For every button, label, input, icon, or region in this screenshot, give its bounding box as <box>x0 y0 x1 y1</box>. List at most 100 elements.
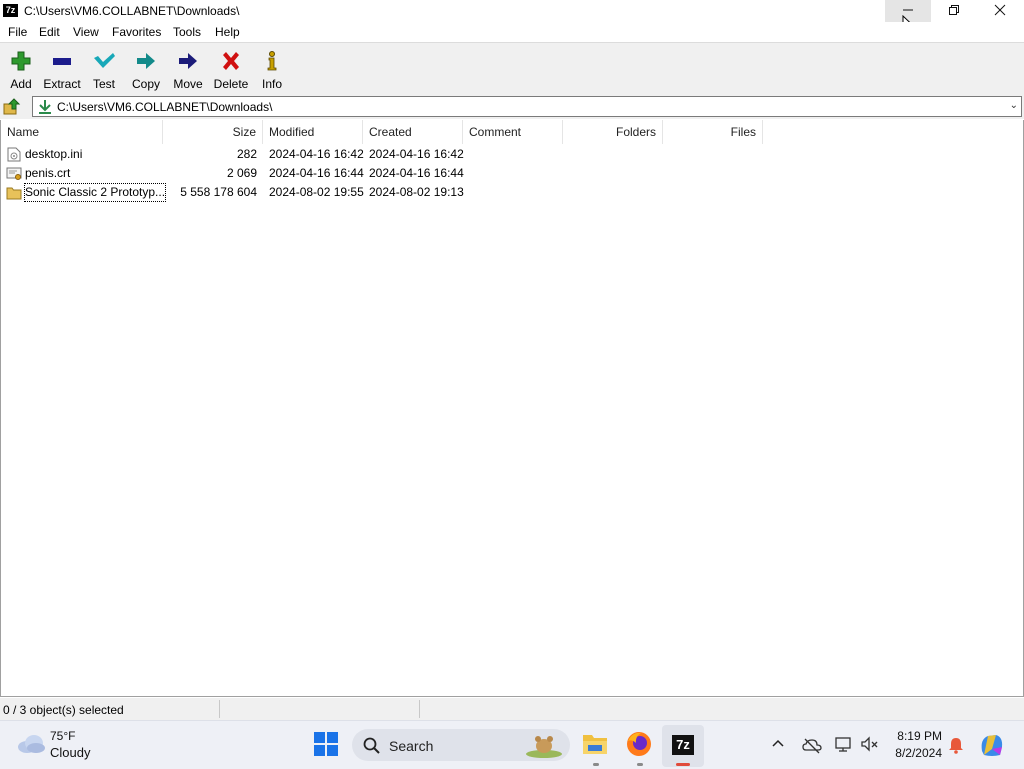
cloud-icon <box>18 735 45 753</box>
file-created: 2024-04-16 16:44 <box>369 166 464 180</box>
move-arrow-icon <box>179 53 197 69</box>
info-label: Info <box>261 77 282 91</box>
show-hidden-icons-button[interactable] <box>770 735 790 755</box>
file-size: 5 558 178 604 <box>180 185 257 199</box>
network-icon[interactable] <box>834 735 854 753</box>
volume-muted-icon[interactable] <box>860 735 880 753</box>
file-name: desktop.ini <box>25 147 83 161</box>
7zip-app-icon: 7z <box>3 4 18 17</box>
file-created: 2024-08-02 19:13 <box>369 185 464 199</box>
file-size: 282 <box>236 147 257 161</box>
title-bar: 7z C:\Users\VM6.COLLABNET\Downloads\ <box>0 0 1024 33</box>
add-button[interactable]: Add <box>0 47 42 93</box>
column-folders[interactable]: Folders <box>563 120 663 144</box>
search-icon <box>363 737 380 754</box>
copy-arrow-icon <box>137 53 155 69</box>
menu-tools[interactable]: Tools <box>173 25 201 39</box>
file-explorer-taskbar-button[interactable] <box>580 729 612 765</box>
folder-icon <box>6 187 22 200</box>
search-highlight-image-icon <box>526 736 562 758</box>
column-comment[interactable]: Comment <box>463 120 563 144</box>
add-label: Add <box>10 77 32 91</box>
file-name: penis.crt <box>25 166 71 180</box>
certificate-file-icon <box>6 167 22 180</box>
column-files[interactable]: Files <box>663 120 763 144</box>
firefox-taskbar-button[interactable] <box>624 729 656 765</box>
column-header-row: Name Size Modified Created Comment Folde… <box>1 120 1023 144</box>
file-row[interactable]: Sonic Classic 2 Prototyp... 5 558 178 60… <box>1 183 471 202</box>
close-icon <box>994 4 1006 16</box>
file-modified: 2024-08-02 19:55 <box>269 185 364 199</box>
status-bar: 0 / 3 object(s) selected <box>0 698 1024 720</box>
toolbar: Add Extract Test Copy Move Delete Info <box>0 42 1024 95</box>
menu-favorites[interactable]: Favorites <box>112 25 161 39</box>
notification-bell-icon[interactable] <box>947 736 965 754</box>
menu-bar: File Edit View Favorites Tools Help <box>0 22 1024 42</box>
checkmark-icon <box>94 53 115 68</box>
window-title: C:\Users\VM6.COLLABNET\Downloads\ <box>24 4 240 18</box>
file-list: Name Size Modified Created Comment Folde… <box>0 120 1024 697</box>
test-label: Test <box>92 77 115 91</box>
file-modified: 2024-04-16 16:42 <box>269 147 364 161</box>
download-arrow-icon <box>39 100 51 114</box>
column-created[interactable]: Created <box>363 120 463 144</box>
file-created: 2024-04-16 16:42 <box>369 147 464 161</box>
restore-button[interactable] <box>931 0 977 22</box>
active-indicator <box>676 763 690 766</box>
taskbar-search[interactable]: Search <box>352 729 570 761</box>
address-path: C:\Users\VM6.COLLABNET\Downloads\ <box>57 100 273 114</box>
copy-button[interactable]: Copy <box>125 47 167 93</box>
test-button[interactable]: Test <box>83 47 125 93</box>
file-size: 2 069 <box>226 166 257 180</box>
taskbar: 75°F Cloudy Search 7z 8:19 PM 8/2/2024 <box>0 720 1024 769</box>
start-button[interactable] <box>313 731 341 759</box>
file-row[interactable]: penis.crt 2 069 2024-04-16 16:44 2024-04… <box>1 164 471 183</box>
7zip-taskbar-button[interactable]: 7z <box>662 725 704 767</box>
move-button[interactable]: Move <box>167 47 209 93</box>
weather-widget[interactable]: 75°F Cloudy <box>14 721 104 769</box>
info-icon <box>267 51 277 71</box>
column-name[interactable]: Name <box>1 120 163 144</box>
menu-view[interactable]: View <box>73 25 99 39</box>
weather-condition: Cloudy <box>50 745 91 760</box>
cloud-offline-icon[interactable] <box>802 736 822 754</box>
extract-label: Extract <box>43 77 81 91</box>
minus-icon <box>53 58 71 65</box>
search-label: Search <box>389 738 434 754</box>
column-modified[interactable]: Modified <box>263 120 363 144</box>
menu-edit[interactable]: Edit <box>39 25 60 39</box>
running-indicator <box>637 763 643 766</box>
address-field[interactable]: C:\Users\VM6.COLLABNET\Downloads\ ⌄ <box>32 96 1022 117</box>
restore-icon <box>949 5 959 15</box>
file-explorer-icon <box>583 735 607 754</box>
column-size[interactable]: Size <box>163 120 263 144</box>
copy-label: Copy <box>131 77 160 91</box>
status-divider <box>219 700 220 718</box>
copilot-icon[interactable] <box>978 731 1006 759</box>
file-modified: 2024-04-16 16:44 <box>269 166 364 180</box>
chevron-down-icon[interactable]: ⌄ <box>1010 100 1018 111</box>
file-row[interactable]: desktop.ini 282 2024-04-16 16:42 2024-04… <box>1 145 471 164</box>
file-name: Sonic Classic 2 Prototyp... <box>24 183 167 202</box>
extract-button[interactable]: Extract <box>41 47 83 93</box>
firefox-icon <box>627 732 651 756</box>
running-indicator <box>593 763 599 766</box>
close-button[interactable] <box>977 0 1023 22</box>
status-divider <box>419 700 420 718</box>
chevron-up-icon <box>772 739 784 747</box>
delete-label: Delete <box>213 77 249 91</box>
up-folder-button[interactable] <box>2 97 24 117</box>
clock-date[interactable]: 8/2/2024 <box>880 746 942 760</box>
address-bar: C:\Users\VM6.COLLABNET\Downloads\ ⌄ <box>0 95 1024 119</box>
weather-temp: 75°F <box>50 729 76 743</box>
info-button[interactable]: Info <box>251 47 293 93</box>
menu-file[interactable]: File <box>8 25 27 39</box>
delete-button[interactable]: Delete <box>210 47 252 93</box>
menu-help[interactable]: Help <box>215 25 240 39</box>
plus-icon <box>11 51 31 71</box>
windows-logo-icon <box>314 732 338 756</box>
ini-file-icon <box>7 147 21 162</box>
clock-time[interactable]: 8:19 PM <box>880 729 942 743</box>
selection-status: 0 / 3 object(s) selected <box>3 703 124 717</box>
move-label: Move <box>173 77 203 91</box>
